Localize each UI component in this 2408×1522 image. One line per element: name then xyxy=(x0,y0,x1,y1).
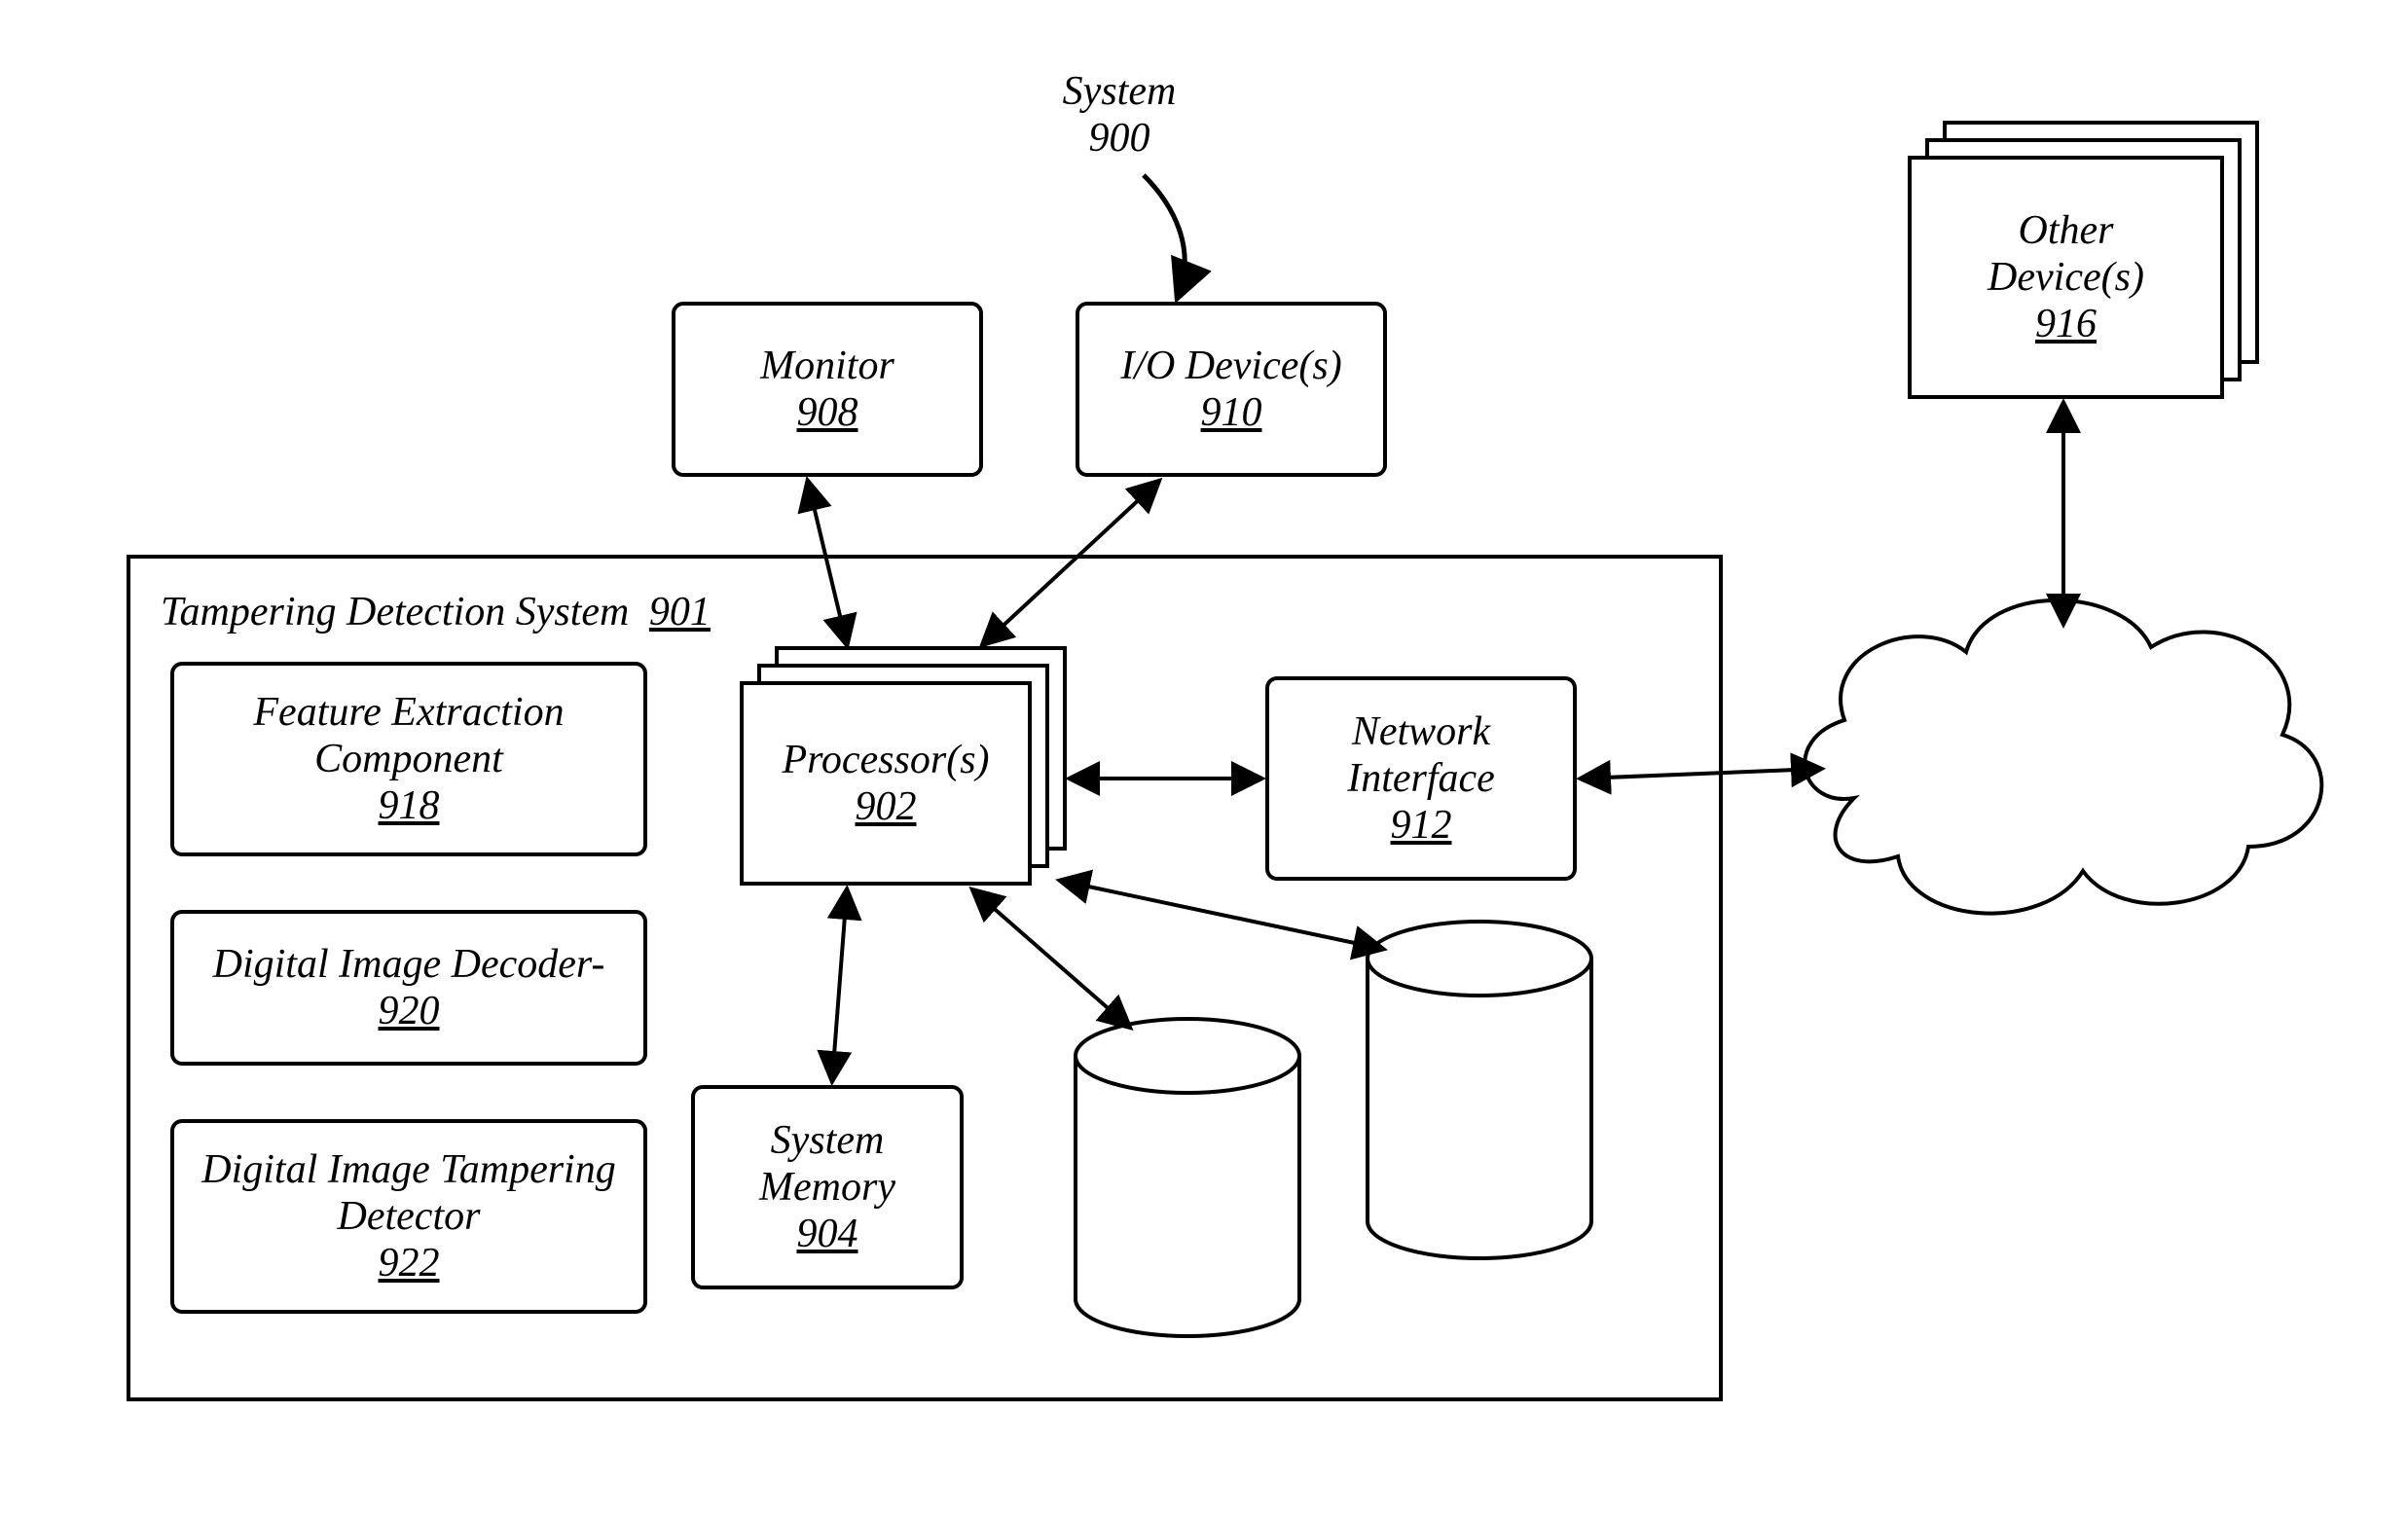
label-networks-text: Network(s) xyxy=(1908,701,2219,747)
label-dig-img-storage: Digital Image Storage 906 xyxy=(1363,1002,1596,1190)
diagram-title: System 900 xyxy=(993,68,1246,162)
label-decoder: Digital Image Decoder- xyxy=(213,941,605,988)
label-tampering-detector: Digital Image Tampering Detector xyxy=(201,1146,615,1241)
box-feature-extraction: Feature Extraction Component 918 xyxy=(170,662,647,856)
num-tampering-detector: 922 xyxy=(379,1240,440,1286)
num-decoder: 920 xyxy=(379,988,440,1034)
label-networks: Network(s) 914 xyxy=(1908,701,2219,795)
label-other-devices: Other Device(s) xyxy=(1988,207,2144,302)
label-data-storage-text: Data Storage xyxy=(1071,1114,1304,1209)
box-other-devices: Other Device(s) 916 xyxy=(1908,156,2224,399)
label-feature-extraction: Feature Extraction Component xyxy=(253,689,564,783)
num-feature-extraction: 918 xyxy=(379,782,440,829)
title-tampering-system-num: 901 xyxy=(649,590,711,634)
box-network-interface: Network Interface 912 xyxy=(1265,676,1577,881)
diagram-title-text: System xyxy=(993,68,1246,115)
box-processor: Processor(s) 902 xyxy=(740,681,1032,886)
num-networks: 914 xyxy=(1908,747,2219,794)
num-system-memory: 904 xyxy=(797,1211,858,1257)
box-system-memory: System Memory 904 xyxy=(691,1085,964,1289)
diagram-title-num: 900 xyxy=(993,115,1246,162)
box-monitor: Monitor 908 xyxy=(672,302,983,477)
num-monitor: 908 xyxy=(797,389,858,436)
num-data-storage: 905 xyxy=(1071,1209,1304,1255)
label-data-storage: Data Storage 905 xyxy=(1071,1114,1304,1255)
label-dig-img-storage-text: Digital Image Storage xyxy=(1363,1002,1596,1143)
label-network-interface: Network Interface xyxy=(1347,708,1495,803)
box-decoder: Digital Image Decoder- 920 xyxy=(170,910,647,1066)
num-other-devices: 916 xyxy=(2035,301,2097,347)
num-processor: 902 xyxy=(856,783,917,830)
title-tampering-system-text: Tampering Detection System xyxy=(161,590,629,634)
num-dig-img-storage: 906 xyxy=(1363,1143,1596,1190)
label-monitor: Monitor xyxy=(760,343,894,389)
label-processor: Processor(s) xyxy=(782,737,989,783)
title-arrow xyxy=(1144,175,1185,297)
diagram-canvas: System 900 Monitor 908 I/O Device(s) 910… xyxy=(0,0,2408,1522)
title-tampering-system: Tampering Detection System 901 xyxy=(161,589,711,635)
num-io-devices: 910 xyxy=(1201,389,1262,436)
label-system-memory: System Memory xyxy=(759,1117,895,1212)
num-network-interface: 912 xyxy=(1391,802,1452,849)
label-io-devices: I/O Device(s) xyxy=(1120,343,1341,389)
box-tampering-detector: Digital Image Tampering Detector 922 xyxy=(170,1119,647,1314)
box-io-devices: I/O Device(s) 910 xyxy=(1076,302,1387,477)
